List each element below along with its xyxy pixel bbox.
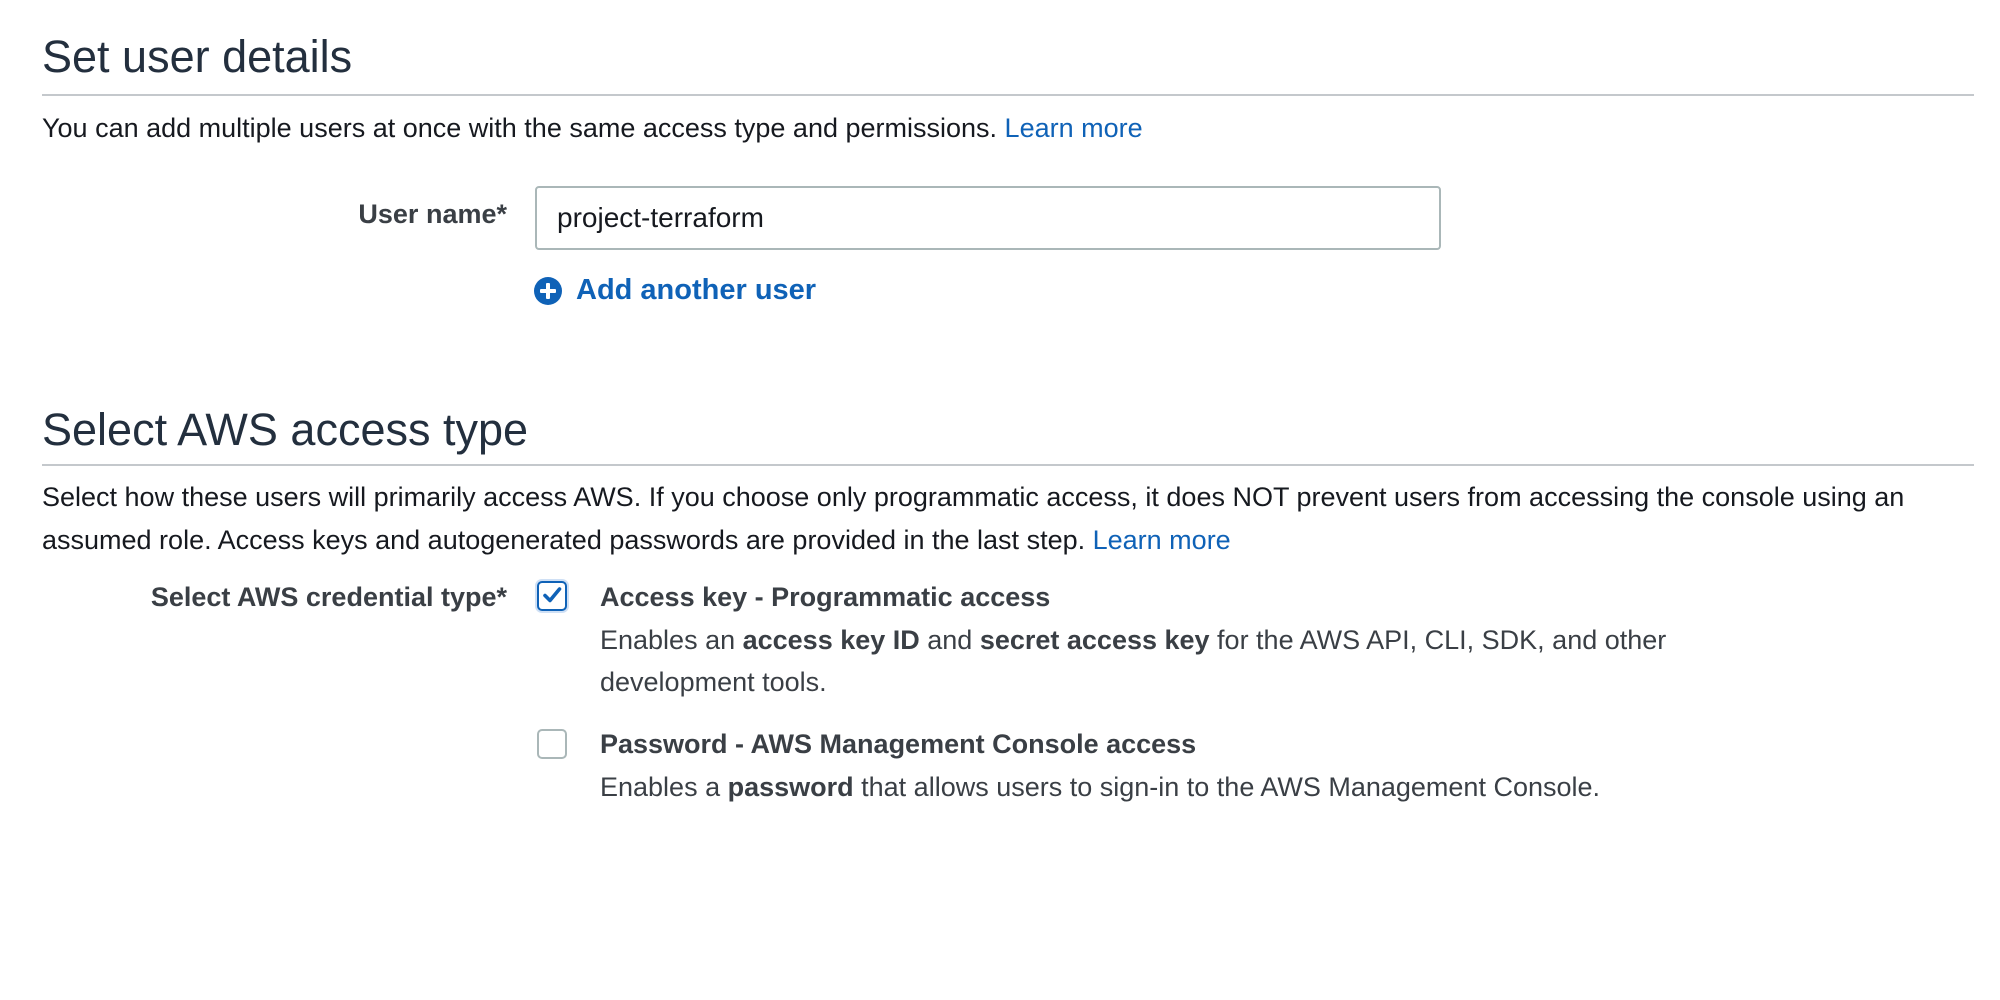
access-key-checkbox[interactable]: [537, 581, 567, 611]
username-label: User name*: [358, 199, 507, 229]
password-option-description: Enables a password that allows users to …: [600, 766, 1800, 808]
option-description-text: and: [919, 625, 980, 655]
username-input[interactable]: [535, 186, 1441, 250]
section-divider: [42, 464, 1974, 466]
password-option-title: Password - AWS Management Console access: [600, 729, 1197, 759]
plus-circle-icon: [534, 276, 562, 305]
user-details-description: You can add multiple users at once with …: [42, 107, 1143, 150]
add-another-user-label: Add another user: [576, 274, 817, 306]
checkmark-icon: [543, 587, 562, 603]
option-description-emphasis: secret access key: [979, 625, 1210, 655]
iam-add-user-page: Set user details You can add multiple us…: [0, 0, 2000, 1000]
option-description-text: Enables an: [600, 625, 743, 655]
access-key-option-title: Access key - Programmatic access: [600, 582, 1051, 612]
section-title-access-type: Select AWS access type: [42, 404, 529, 455]
access-type-description: Select how these users will primarily ac…: [42, 476, 1977, 562]
learn-more-link[interactable]: Learn more: [1005, 113, 1143, 143]
section-divider: [42, 94, 1974, 96]
option-description-emphasis: access key ID: [742, 625, 920, 655]
access-key-option-description: Enables an access key ID and secret acce…: [600, 619, 1690, 703]
add-another-user-button[interactable]: Add another user: [534, 274, 816, 307]
option-description-emphasis: password: [727, 772, 854, 802]
credential-type-label: Select AWS credential type*: [150, 582, 507, 612]
user-details-description-text: You can add multiple users at once with …: [42, 113, 998, 143]
option-description-text: Enables a: [600, 772, 728, 802]
option-description-text: that allows users to sign-in to the AWS …: [853, 772, 1601, 802]
learn-more-link[interactable]: Learn more: [1093, 525, 1231, 555]
password-checkbox[interactable]: [537, 729, 567, 759]
access-type-description-text: Select how these users will primarily ac…: [42, 482, 1905, 555]
section-title-user-details: Set user details: [42, 31, 353, 82]
